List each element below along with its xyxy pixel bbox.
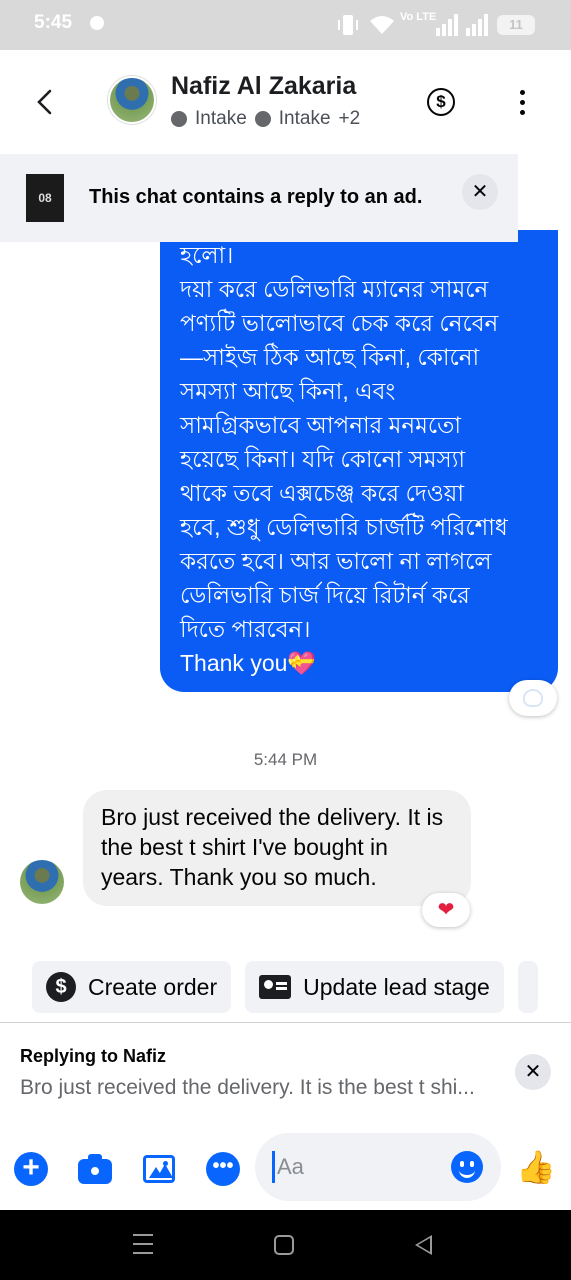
message-line: সমস্যা আছে কিনা, এবং — [180, 378, 396, 404]
recent-apps-icon[interactable] — [133, 1234, 153, 1254]
camera-icon[interactable] — [78, 1152, 112, 1186]
signal-icon — [436, 14, 458, 36]
contact-avatar[interactable] — [108, 76, 156, 124]
message-line: দয়া করে ডেলিভারি ম্যানের সামনে — [180, 276, 489, 302]
stage-label-2: Intake — [278, 108, 331, 129]
signal-icon-2 — [466, 14, 488, 36]
update-lead-stage-button[interactable]: Update lead stage — [245, 961, 504, 1013]
ad-banner-close-icon[interactable]: ✕ — [462, 174, 498, 210]
message-composer: + ••• 👍 — [0, 1125, 571, 1210]
create-order-label: Create order — [88, 973, 218, 1000]
network-label: Vo LTE — [400, 11, 437, 23]
message-line: পণ্যটি ভালোভাবে চেক করে নেবেন — [180, 310, 499, 336]
reply-snippet: Bro just received the delivery. It is th… — [20, 1076, 475, 1099]
thumbs-up-icon[interactable]: 👍 — [516, 1149, 556, 1185]
sender-avatar[interactable] — [20, 860, 64, 904]
wifi-icon — [370, 16, 394, 34]
message-line: হয়েছে কিনা। যদি কোনো সমস্যা — [180, 446, 466, 472]
stage-label-1: Intake — [195, 108, 247, 129]
text-cursor — [272, 1151, 275, 1183]
back-chevron-icon[interactable] — [34, 88, 56, 116]
heart-reaction-icon[interactable]: ❤ — [422, 893, 470, 927]
stage-dot-icon — [171, 111, 187, 127]
incoming-message-bubble[interactable]: Bro just received the delivery. It is th… — [83, 790, 471, 906]
system-navigation-bar — [0, 1210, 571, 1280]
gallery-icon[interactable] — [143, 1155, 175, 1183]
quick-actions-bar: $ Create order Update lead stage — [32, 961, 538, 1013]
message-line: দিতে পারবেন। — [180, 616, 311, 642]
message-line: ডেলিভারি চার্জ দিয়ে রিটার্ন করে — [180, 582, 470, 608]
stage-dot-icon — [254, 111, 271, 127]
message-line: হলো। — [180, 242, 234, 268]
lead-stages[interactable]: Intake Intake +2 — [171, 108, 360, 130]
emoji-icon[interactable] — [451, 1151, 483, 1183]
reply-title: Replying to Nafiz — [20, 1046, 167, 1066]
message-line: করতে হবে। আর ভালো না লাগলে — [180, 548, 492, 574]
status-bar: 5:45 Vo LTE 11 — [0, 0, 571, 50]
message-input-container — [255, 1133, 501, 1201]
message-input[interactable] — [277, 1150, 437, 1184]
plus-icon[interactable]: + — [14, 1152, 48, 1186]
outgoing-message-bubble[interactable]: হলো। দয়া করে ডেলিভারি ম্যানের সামনে পণ্… — [160, 230, 558, 692]
system-back-icon[interactable] — [415, 1235, 432, 1255]
payment-dollar-icon[interactable]: $ — [427, 88, 455, 116]
chat-bubble-icon[interactable]: ••• — [206, 1152, 240, 1186]
dollar-icon: $ — [46, 972, 76, 1002]
home-icon[interactable] — [274, 1235, 294, 1255]
more-actions-button[interactable] — [517, 961, 538, 1013]
create-order-button[interactable]: $ Create order — [32, 961, 232, 1013]
ad-thumbnail[interactable]: 08 — [26, 174, 64, 222]
message-line: —সাইজ ঠিক আছে কিনা, কোনো — [180, 344, 480, 370]
battery-indicator: 11 — [497, 15, 535, 35]
message-timestamp: 5:44 PM — [253, 750, 318, 769]
status-time: 5:45 — [34, 12, 73, 33]
ad-banner-text: This chat contains a reply to an ad. — [89, 186, 423, 208]
seen-reaction-heart-icon[interactable] — [509, 680, 557, 716]
message-notification-icon — [90, 16, 104, 30]
message-line: Thank you💝 — [180, 650, 317, 676]
message-line: হবে, শুধু ডেলিভারি চার্জটি পরিশোধ — [180, 514, 508, 540]
more-stages-count: +2 — [338, 108, 361, 129]
divider — [0, 1022, 571, 1023]
update-lead-stage-label: Update lead stage — [303, 973, 490, 1000]
chat-header: Nafiz Al Zakaria Intake Intake +2 $ — [0, 50, 571, 154]
contact-name[interactable]: Nafiz Al Zakaria — [171, 72, 356, 101]
cancel-reply-close-icon[interactable]: ✕ — [515, 1054, 551, 1090]
more-options-icon[interactable] — [520, 90, 526, 116]
contact-card-icon — [259, 975, 292, 999]
message-line: থাকে তবে এক্সচেঞ্জ করে দেওয়া — [180, 480, 465, 506]
ad-reply-banner: 08 This chat contains a reply to an ad. — [0, 154, 518, 242]
vibrate-icon — [338, 15, 358, 35]
message-line: সামগ্রিকভাবে আপনার মনমতো — [180, 412, 462, 438]
